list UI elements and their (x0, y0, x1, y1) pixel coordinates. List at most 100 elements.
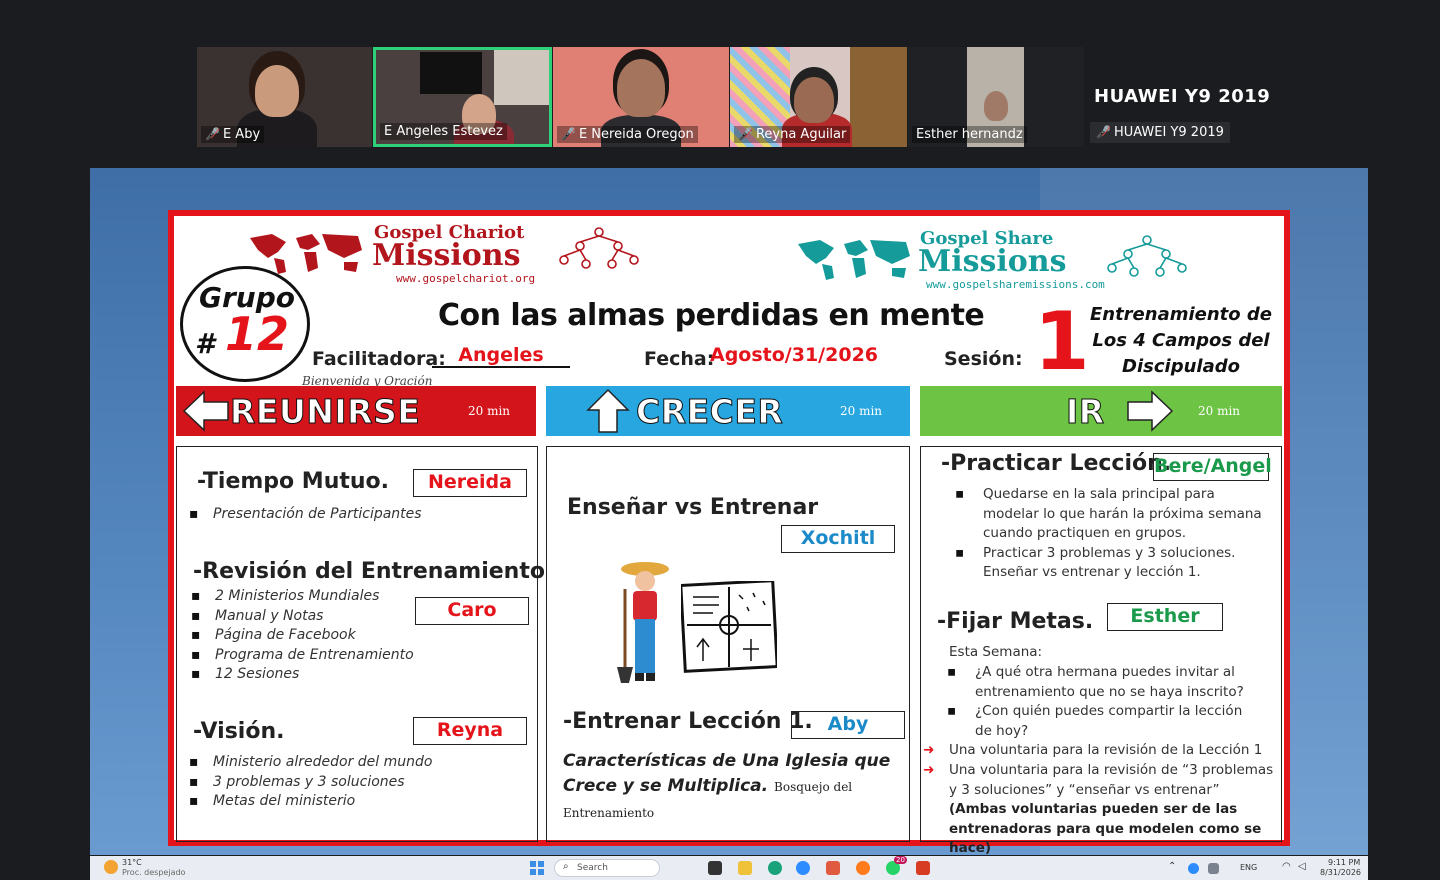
entrenar-tag: Aby (791, 711, 905, 739)
weather-icon[interactable] (104, 860, 118, 874)
list-item: Ministerio alrededor del mundo (189, 753, 432, 773)
revision-list: 2 Ministerios Mundiales Manual y Notas P… (191, 587, 414, 685)
tiempo-list: Presentación de Participantes (189, 505, 422, 525)
mic-muted-icon: 🎤̸ (738, 127, 753, 141)
vision-list: Ministerio alrededor del mundo 3 problem… (189, 753, 432, 812)
participant-face (617, 59, 665, 117)
red-arrow-icon: ➜ (923, 742, 935, 758)
search-icon: ⌕ (563, 861, 569, 872)
language-indicator[interactable]: ENG (1240, 863, 1257, 872)
clock-time[interactable]: 9:11 PM (1328, 858, 1360, 867)
list-item: ¿Con quién puedes compartir la lección d… (939, 702, 1245, 741)
zoom-icon[interactable] (796, 861, 810, 875)
ensenar-tag: Xochitl (781, 525, 895, 553)
fecha-label: Fecha: (644, 348, 715, 370)
band-crecer: CRECER 20 min (546, 386, 910, 436)
farmer-illustration (617, 562, 669, 683)
list-item: Metas del ministerio (189, 792, 432, 812)
band-crecer-title: CRECER (635, 392, 784, 432)
participant-tile[interactable]: 🎤̸ E Aby (197, 47, 372, 147)
taskbar-search[interactable]: ⌕ Search (554, 859, 660, 877)
participant-name: 🎤̸ E Aby (201, 126, 265, 143)
vision-heading: -Visión. (193, 719, 285, 744)
list-item: 12 Sesiones (191, 665, 414, 685)
revision-heading: -Revisión del Entrenamiento (193, 559, 545, 584)
snipping-icon[interactable] (826, 861, 840, 875)
participant-tile[interactable]: Esther hernandz (908, 47, 1084, 147)
firefox-icon[interactable] (856, 861, 870, 875)
column-ir: -Practicar Lección. Bere/Angel Quedarse … (920, 446, 1282, 856)
participant-tile[interactable]: E Angeles Estevez (373, 47, 552, 147)
arrow-left-icon (182, 390, 229, 432)
band-reunirse: REUNIRSE 20 min (176, 386, 536, 436)
fijar-heading: -Fijar Metas. (937, 609, 1094, 634)
tiempo-heading: -Tiempo Mutuo. (197, 469, 390, 494)
participant-tile[interactable]: 🎤̸ E Nereida Oregon (553, 47, 729, 147)
participant-title: HUAWEI Y9 2019 (1094, 86, 1271, 107)
column-reunirse: -Tiempo Mutuo. Nereida Presentación de P… (176, 446, 545, 842)
whiteboard-illustration (681, 581, 777, 673)
practicar-heading: -Practicar Lección. (941, 451, 1172, 476)
world-map-icon (798, 240, 910, 280)
tray-chevron-icon[interactable]: ⌃ (1168, 861, 1176, 872)
group-number: 12 (225, 307, 290, 361)
caracteristicas-text: Características de Una Iglesia que Crece… (563, 749, 911, 826)
arrow-right-icon (1127, 390, 1174, 432)
network-icon (559, 227, 639, 269)
volume-icon[interactable]: ◁ (1298, 861, 1306, 872)
participant-name: 🎤̸ E Nereida Oregon (557, 126, 698, 143)
practicar-list: Quedarse en la sala principal para model… (947, 485, 1267, 583)
list-item: ¿A qué otra hermana puedes invitar al en… (939, 663, 1245, 702)
band-ir-minutes: 20 min (1198, 404, 1241, 418)
ensenar-heading: Enseñar vs Entrenar (567, 495, 819, 520)
voluntaria-1: ➜ Una voluntaria para la revisión de la L… (923, 741, 1273, 761)
slide-headline: Con las almas perdidas en mente (438, 298, 985, 333)
office-icon[interactable] (916, 861, 930, 875)
arrow-up-icon (586, 388, 630, 433)
training-title: Entrenamiento de Los 4 Campos del Discip… (1089, 304, 1273, 377)
windows-start-icon[interactable] (530, 861, 544, 875)
file-explorer-icon[interactable] (738, 861, 752, 875)
tray-zoom-icon[interactable] (1188, 863, 1199, 874)
list-item: Programa de Entrenamiento (191, 646, 414, 666)
group-badge: Grupo # 12 (180, 266, 310, 382)
clock-date[interactable]: 8/31/2026 (1320, 868, 1361, 877)
list-item: Practicar 3 problemas y 3 soluciones. En… (947, 544, 1267, 583)
revision-tag: Caro (415, 597, 529, 625)
participant-face (794, 77, 834, 123)
participant-tile[interactable]: 🎤̸ Reyna Aguilar (730, 47, 907, 147)
edge-icon[interactable] (768, 861, 782, 875)
voluntarias-note: (Ambas voluntarias pueden ser de las ent… (949, 801, 1262, 856)
list-item: Presentación de Participantes (189, 505, 422, 525)
weather-desc: Proc. despejado (122, 868, 186, 877)
whatsapp-badge: 20 (894, 856, 907, 864)
list-item: Quedarse en la sala principal para model… (947, 485, 1267, 544)
participant-face (255, 65, 299, 117)
logo-left-line2: Missions (372, 238, 521, 273)
entrenar-heading: -Entrenar Lección 1. (563, 709, 813, 734)
vision-tag: Reyna (413, 717, 527, 745)
band-crecer-minutes: 20 min (840, 404, 883, 418)
search-label: Search (577, 863, 608, 873)
logo-right-line2: Missions (918, 244, 1067, 279)
fijar-list: ¿A qué otra hermana puedes invitar al en… (939, 663, 1245, 741)
list-item: 3 problemas y 3 soluciones (189, 773, 432, 793)
facilitadora-label: Facilitadora: (312, 348, 446, 370)
sesion-label: Sesión: (944, 348, 1023, 370)
practicar-tag: Bere/Angel (1153, 453, 1272, 481)
wifi-icon[interactable]: ◠ (1282, 861, 1291, 872)
task-view-icon[interactable] (708, 861, 722, 875)
list-item: Manual y Notas (191, 607, 414, 627)
participant-name: Esther hernandz (912, 126, 1027, 143)
tv-shape (420, 52, 482, 94)
tray-network-icon[interactable] (1208, 863, 1219, 874)
red-arrow-icon: ➜ (923, 762, 935, 778)
participant-name: 🎤̸ Reyna Aguilar (734, 126, 851, 143)
group-hash: # (195, 327, 215, 360)
band-reunirse-minutes: 20 min (468, 404, 511, 418)
network-icon (1107, 235, 1187, 277)
participant-name-huawei[interactable]: 🎤̸ HUAWEI Y9 2019 (1090, 122, 1230, 143)
voluntaria-2: ➜ Una voluntaria para la revisión de “3 p… (923, 762, 1274, 798)
tiempo-tag: Nereida (413, 469, 527, 497)
logo-left-url: www.gospelchariot.org (396, 272, 536, 285)
